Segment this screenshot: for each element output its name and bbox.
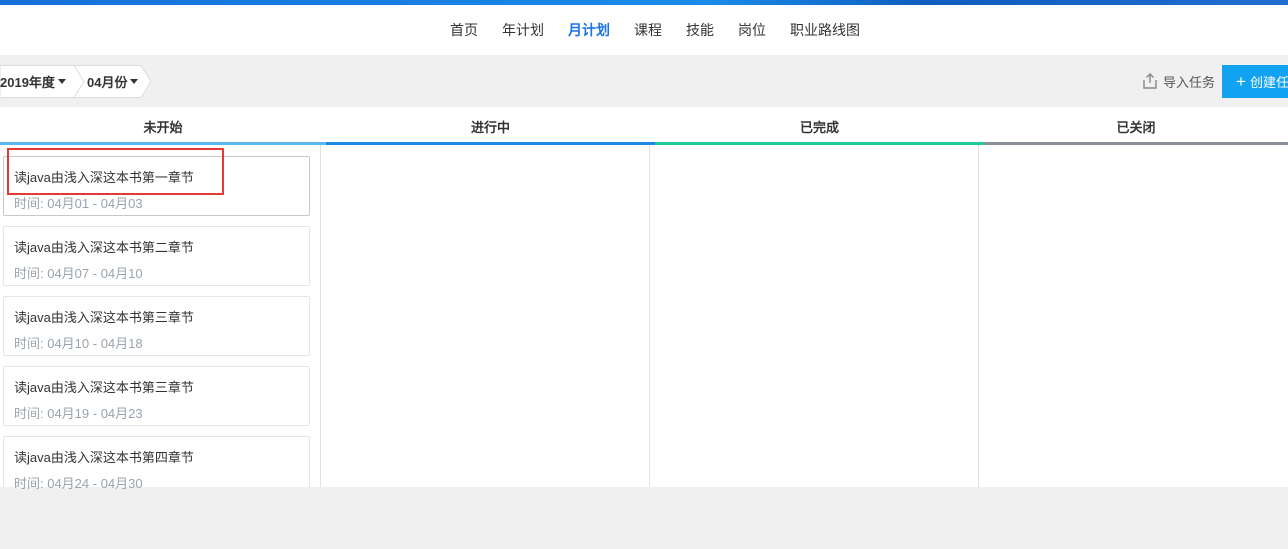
- column-header-not-started: 未开始: [0, 107, 326, 145]
- column-divider: [978, 145, 979, 487]
- task-time: 时间: 04月10 - 04月18: [14, 336, 143, 351]
- column-header-completed: 已完成: [655, 107, 984, 145]
- column-status-bar: [326, 142, 655, 145]
- create-task-label: 创建任: [1249, 75, 1288, 90]
- column-status-bar: [655, 142, 984, 145]
- column-header-in-progress: 进行中: [326, 107, 655, 145]
- nav-item-month-plan[interactable]: 月计划: [568, 20, 610, 40]
- upload-icon: [1143, 73, 1157, 89]
- year-label: 2019年度: [0, 75, 55, 90]
- month-selector[interactable]: 04月份: [87, 65, 147, 98]
- caret-down-icon: [57, 79, 66, 84]
- plus-icon: +: [1236, 72, 1246, 91]
- task-card[interactable]: 读java由浅入深这本书第三章节 时间: 04月19 - 04月23: [3, 366, 310, 426]
- column-divider: [320, 145, 321, 487]
- nav-item-skills[interactable]: 技能: [686, 20, 714, 40]
- task-title: 读java由浅入深这本书第三章节: [14, 310, 194, 325]
- column-title: 未开始: [143, 119, 183, 135]
- column-divider: [649, 145, 650, 487]
- nav-item-career-roadmap[interactable]: 职业路线图: [790, 20, 860, 40]
- toolbar: 2019年度 04月份 导入任务 + 创建任: [0, 55, 1288, 107]
- nav-item-year-plan[interactable]: 年计划: [502, 20, 544, 40]
- task-time: 时间: 04月01 - 04月03: [14, 196, 143, 211]
- task-card[interactable]: 读java由浅入深这本书第二章节 时间: 04月07 - 04月10: [3, 226, 310, 286]
- import-tasks-button[interactable]: 导入任务: [1141, 70, 1215, 92]
- year-selector[interactable]: 2019年度: [0, 65, 76, 98]
- task-time: 时间: 04月24 - 04月30: [14, 476, 143, 491]
- kanban-board: 未开始 进行中 已完成 已关闭 读java由浅入深这本书第一章节 时间: 04月…: [0, 107, 1288, 491]
- caret-down-icon: [130, 79, 139, 84]
- task-card[interactable]: 读java由浅入深这本书第一章节 时间: 04月01 - 04月03: [3, 156, 310, 216]
- task-title: 读java由浅入深这本书第一章节: [14, 170, 194, 185]
- nav-item-courses[interactable]: 课程: [634, 20, 662, 40]
- nav-item-home[interactable]: 首页: [450, 20, 478, 40]
- column-status-bar: [0, 142, 326, 145]
- main-nav: 首页 年计划 月计划 课程 技能 岗位 职业路线图: [450, 5, 884, 55]
- task-title: 读java由浅入深这本书第二章节: [14, 240, 194, 255]
- task-title: 读java由浅入深这本书第三章节: [14, 380, 194, 395]
- column-header-closed: 已关闭: [984, 107, 1288, 145]
- create-task-button[interactable]: + 创建任: [1222, 65, 1288, 98]
- task-card[interactable]: 读java由浅入深这本书第四章节 时间: 04月24 - 04月30: [3, 436, 310, 491]
- import-tasks-label: 导入任务: [1163, 74, 1216, 90]
- task-time: 时间: 04月19 - 04月23: [14, 406, 143, 421]
- task-title: 读java由浅入深这本书第四章节: [14, 450, 194, 465]
- column-title: 已关闭: [1116, 119, 1156, 135]
- column-status-bar: [984, 142, 1288, 145]
- month-label: 04月份: [87, 75, 128, 90]
- nav-item-positions[interactable]: 岗位: [738, 20, 766, 40]
- task-card[interactable]: 读java由浅入深这本书第三章节 时间: 04月10 - 04月18: [3, 296, 310, 356]
- task-time: 时间: 04月07 - 04月10: [14, 266, 143, 281]
- column-title: 进行中: [470, 119, 510, 135]
- column-title: 已完成: [799, 119, 839, 135]
